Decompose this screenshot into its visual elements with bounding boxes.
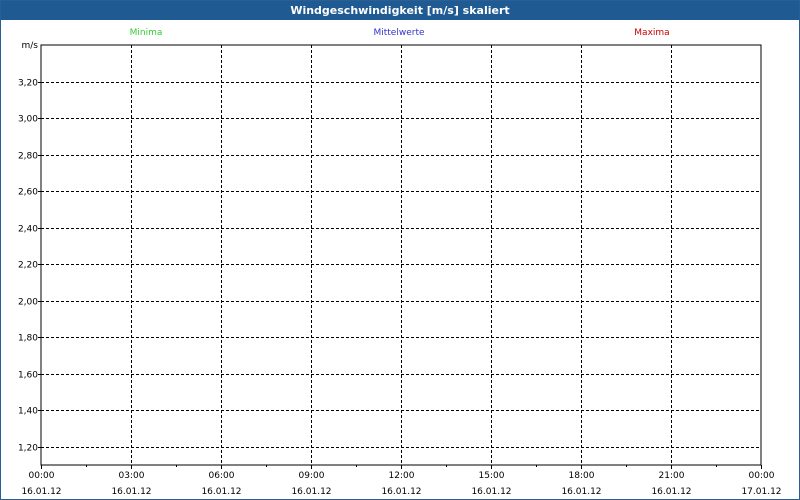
x-tick-time-label: 09:00	[299, 471, 325, 481]
y-tick-label: 1,60	[18, 371, 38, 381]
x-tick-time-label: 00:00	[29, 471, 55, 481]
x-tick-date-label: 16.01.12	[381, 487, 421, 497]
x-tick-time-label: 12:00	[389, 471, 415, 481]
y-tick-label: 2,40	[18, 225, 38, 235]
x-tick-date-label: 16.01.12	[111, 487, 151, 497]
legend-entry: Minima	[130, 28, 163, 38]
y-tick-label: 1,40	[18, 407, 38, 417]
x-tick-time-label: 03:00	[119, 471, 145, 481]
x-tick-date-label: 16.01.12	[471, 487, 511, 497]
y-tick-label: 1,20	[18, 444, 38, 454]
x-tick-time-label: 00:00	[749, 471, 775, 481]
x-tick-date-label: 16.01.12	[651, 487, 691, 497]
y-tick-label: 1,80	[18, 334, 38, 344]
x-tick-date-label: 17.01.12	[741, 487, 781, 497]
y-tick-label: 3,00	[18, 115, 38, 125]
x-tick-time-label: 18:00	[569, 471, 595, 481]
x-tick-time-label: 06:00	[209, 471, 235, 481]
chart-area: 3,20 3,00 2,80 2,60 2,40 2,20 2,00 1,80 1,60 1,40…	[18, 28, 782, 497]
x-tick-date-label: 16.01.12	[561, 487, 601, 497]
x-tick-date-label: 16.01.12	[291, 487, 331, 497]
y-axis-unit: m/s	[22, 41, 39, 51]
y-tick-label: 2,80	[18, 152, 38, 162]
y-tick-label: 2,60	[18, 188, 38, 198]
chart-window: Windgeschwindigkeit [m/s] skaliert 3,20 3…	[0, 0, 800, 500]
legend-entry: Mittelwerte	[373, 28, 424, 38]
y-tick-label: 3,20	[18, 79, 38, 89]
x-tick-time-label: 21:00	[659, 471, 685, 481]
legend-entry: Maxima	[634, 28, 669, 38]
x-tick-date-label: 16.01.12	[201, 487, 241, 497]
y-tick-label: 2,20	[18, 261, 38, 271]
x-tick-time-label: 15:00	[479, 471, 505, 481]
y-tick-label: 2,00	[18, 298, 38, 308]
x-tick-date-label: 16.01.12	[21, 487, 61, 497]
